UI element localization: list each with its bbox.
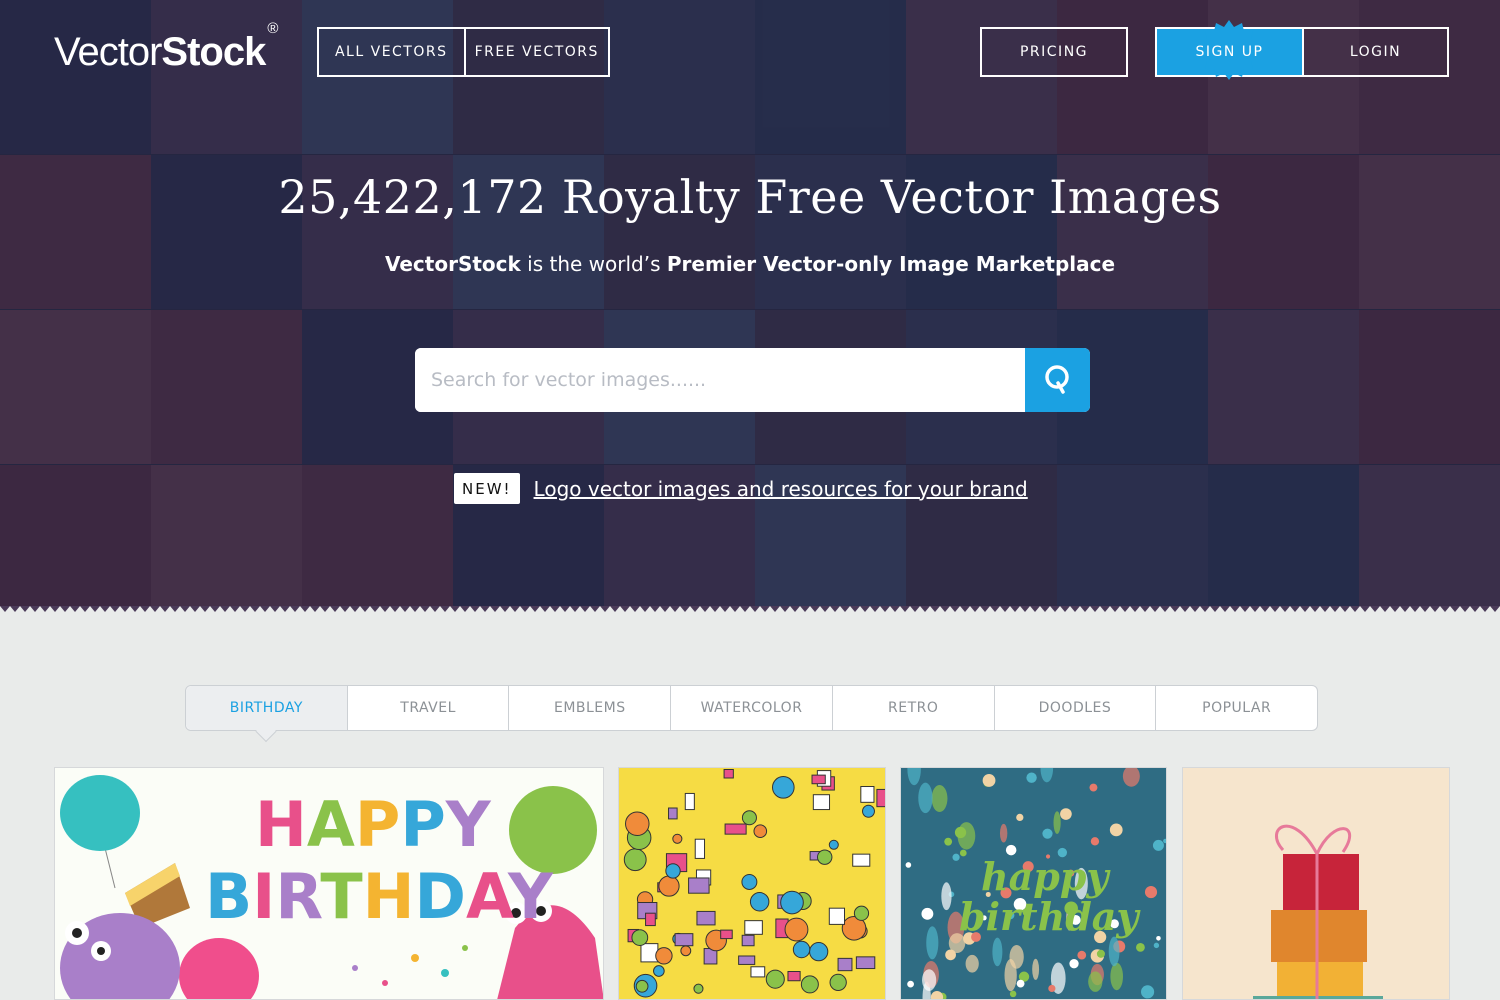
thumbnail-birthday-doodle-pattern[interactable]: [618, 767, 886, 1000]
tab-watercolor[interactable]: WATERCOLOR: [670, 686, 832, 730]
thumb-floral-line2: birthday: [959, 894, 1141, 939]
doodle-pattern-illustration: [619, 768, 885, 999]
hero-banner: VectorStock® ALL VECTORS FREE VECTORS PR…: [0, 0, 1500, 616]
subline-brand: VectorStock: [384, 252, 521, 276]
registered-mark: ®: [267, 19, 278, 37]
search-icon: [1044, 365, 1069, 394]
vectorstock-logo[interactable]: VectorStock®: [54, 20, 278, 75]
all-vectors-button[interactable]: ALL VECTORS: [319, 29, 464, 75]
pricing-button[interactable]: PRICING: [980, 27, 1128, 77]
hero-headline: 25,422,172 Royalty Free Vector Images: [278, 170, 1222, 224]
search-input[interactable]: [415, 348, 1025, 412]
category-tabs: BIRTHDAY TRAVEL EMBLEMS WATERCOLOR RETRO…: [185, 685, 1318, 731]
search-button[interactable]: [1025, 348, 1090, 412]
tab-emblems[interactable]: EMBLEMS: [508, 686, 670, 730]
thumbnail-happy-birthday-monsters[interactable]: HAPPY BIRTHDAY: [54, 767, 604, 1000]
logo-bold-text: Stock: [161, 30, 266, 74]
logo-resources-link[interactable]: Logo vector images and resources for you…: [534, 477, 1028, 501]
tab-doodles[interactable]: DOODLES: [993, 686, 1156, 730]
new-badge: NEW!: [454, 473, 520, 504]
sign-up-button[interactable]: SIGN UP: [1157, 20, 1302, 80]
thumbnail-floral-happy-birthday[interactable]: happy birthday: [900, 767, 1167, 1000]
tab-birthday[interactable]: BIRTHDAY: [186, 686, 347, 730]
thumbnail-gift-boxes-stack[interactable]: [1182, 767, 1450, 1000]
subline-middle: is the world’s: [520, 252, 667, 276]
logo-light-text: Vector: [54, 30, 162, 74]
thumb-floral-line1: happy: [981, 854, 1111, 899]
tab-travel[interactable]: TRAVEL: [346, 686, 509, 730]
thumb-title-line2: BIRTHDAY: [205, 860, 554, 933]
tab-popular[interactable]: POPULAR: [1155, 686, 1317, 730]
happy-birthday-illustration: HAPPY BIRTHDAY: [55, 768, 603, 999]
sign-up-label: SIGN UP: [1195, 44, 1264, 60]
hero-zigzag-edge: [0, 606, 1500, 618]
promo-row: NEW! Logo vector images and resources fo…: [454, 473, 1028, 504]
thumb-title-line1: HAPPY: [255, 788, 492, 861]
tab-retro[interactable]: RETRO: [831, 686, 994, 730]
auth-nav-group: SIGN UP LOGIN: [1155, 20, 1449, 80]
free-vectors-button[interactable]: FREE VECTORS: [463, 29, 609, 75]
hero-overlay: [0, 0, 1500, 616]
subline-emphasis: Premier Vector-only Image Marketplace: [666, 252, 1116, 276]
vectors-nav-group: ALL VECTORS FREE VECTORS: [317, 27, 610, 77]
floral-birthday-illustration: happy birthday: [901, 768, 1166, 999]
search-bar: [415, 348, 1090, 412]
login-button[interactable]: LOGIN: [1301, 29, 1447, 75]
gift-boxes-illustration: [1183, 768, 1449, 999]
hero-subline: VectorStock is the world’s Premier Vecto…: [0, 252, 1500, 276]
